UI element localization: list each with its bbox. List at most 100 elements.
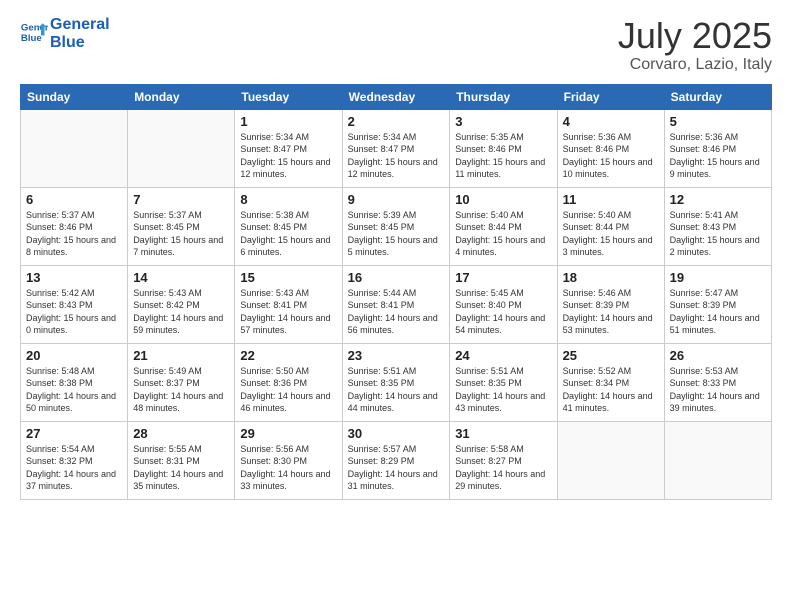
day-info: Sunrise: 5:51 AM Sunset: 8:35 PM Dayligh… [348, 365, 445, 415]
day-info: Sunrise: 5:55 AM Sunset: 8:31 PM Dayligh… [133, 443, 229, 493]
day-info: Sunrise: 5:51 AM Sunset: 8:35 PM Dayligh… [455, 365, 551, 415]
table-row: 14 Sunrise: 5:43 AM Sunset: 8:42 PM Dayli… [128, 265, 235, 343]
table-row: 24Sunrise: 5:51 AM Sunset: 8:35 PM Dayli… [450, 343, 557, 421]
day-number: 8 [240, 192, 336, 207]
col-tuesday: Tuesday [235, 84, 342, 109]
day-info: Sunrise: 5:49 AM Sunset: 8:37 PM Dayligh… [133, 365, 229, 415]
col-friday: Friday [557, 84, 664, 109]
day-number: 9 [348, 192, 445, 207]
day-number: 21 [133, 348, 229, 363]
day-info: Sunrise: 5:42 AM Sunset: 8:43 PM Dayligh… [26, 287, 122, 337]
day-info: Sunrise: 5:56 AM Sunset: 8:30 PM Dayligh… [240, 443, 336, 493]
table-row: 1Sunrise: 5:34 AM Sunset: 8:47 PM Daylig… [235, 109, 342, 187]
table-row: 9 Sunrise: 5:39 AM Sunset: 8:45 PM Daylig… [342, 187, 450, 265]
day-number: 28 [133, 426, 229, 441]
svg-text:Blue: Blue [21, 32, 42, 43]
calendar-week-row: 1 Sunrise: 5:34 AM Sunset: 8:47 PM Daylig… [21, 109, 772, 187]
day-number: 16 [348, 270, 445, 285]
calendar-table: Sunday Monday Tuesday Wednesday Thursday… [20, 84, 772, 500]
table-row: 27Sunrise: 5:54 AM Sunset: 8:32 PM Dayli… [21, 421, 128, 499]
calendar-week-row: 13Sunrise: 5:42 AM Sunset: 8:43 PM Dayli… [21, 265, 772, 343]
day-number: 17 [455, 270, 551, 285]
day-info: Sunrise: 5:39 AM Sunset: 8:45 PM Dayligh… [348, 209, 445, 259]
table-row: 11 Sunrise: 5:40 AM Sunset: 8:44 PM Dayli… [557, 187, 664, 265]
table-row: 25 Sunrise: 5:52 AM Sunset: 8:34 PM Dayli… [557, 343, 664, 421]
day-number: 7 [133, 192, 229, 207]
table-row: 17Sunrise: 5:45 AM Sunset: 8:40 PM Dayli… [450, 265, 557, 343]
table-row: 20Sunrise: 5:48 AM Sunset: 8:38 PM Dayli… [21, 343, 128, 421]
day-number: 25 [563, 348, 659, 363]
day-number: 6 [26, 192, 122, 207]
day-info: Sunrise: 5:35 AM Sunset: 8:46 PM Dayligh… [455, 131, 551, 181]
day-info: Sunrise: 5:57 AM Sunset: 8:29 PM Dayligh… [348, 443, 445, 493]
day-number: 10 [455, 192, 551, 207]
day-number: 27 [26, 426, 122, 441]
table-row [128, 109, 235, 187]
calendar-week-row: 6 Sunrise: 5:37 AM Sunset: 8:46 PM Daylig… [21, 187, 772, 265]
day-info: Sunrise: 5:40 AM Sunset: 8:44 PM Dayligh… [563, 209, 659, 259]
table-row: 23 Sunrise: 5:51 AM Sunset: 8:35 PM Dayli… [342, 343, 450, 421]
day-number: 11 [563, 192, 659, 207]
table-row: 19 Sunrise: 5:47 AM Sunset: 8:39 PM Dayli… [664, 265, 771, 343]
day-info: Sunrise: 5:52 AM Sunset: 8:34 PM Dayligh… [563, 365, 659, 415]
table-row: 4Sunrise: 5:36 AM Sunset: 8:46 PM Daylig… [557, 109, 664, 187]
logo: General Blue General Blue [20, 16, 110, 51]
table-row: 12 Sunrise: 5:41 AM Sunset: 8:43 PM Dayli… [664, 187, 771, 265]
day-number: 2 [348, 114, 445, 129]
table-row: 28 Sunrise: 5:55 AM Sunset: 8:31 PM Dayli… [128, 421, 235, 499]
table-row: 3 Sunrise: 5:35 AM Sunset: 8:46 PM Daylig… [450, 109, 557, 187]
table-row: 30 Sunrise: 5:57 AM Sunset: 8:29 PM Dayli… [342, 421, 450, 499]
table-row: 2 Sunrise: 5:34 AM Sunset: 8:47 PM Daylig… [342, 109, 450, 187]
day-info: Sunrise: 5:50 AM Sunset: 8:36 PM Dayligh… [240, 365, 336, 415]
header: General Blue General Blue July 2025 Corv… [20, 16, 772, 74]
title-block: July 2025 Corvaro, Lazio, Italy [618, 16, 772, 74]
calendar-week-row: 20Sunrise: 5:48 AM Sunset: 8:38 PM Dayli… [21, 343, 772, 421]
day-number: 23 [348, 348, 445, 363]
calendar-header-row: Sunday Monday Tuesday Wednesday Thursday… [21, 84, 772, 109]
day-info: Sunrise: 5:41 AM Sunset: 8:43 PM Dayligh… [670, 209, 766, 259]
table-row: 5Sunrise: 5:36 AM Sunset: 8:46 PM Daylig… [664, 109, 771, 187]
table-row [21, 109, 128, 187]
table-row: 16 Sunrise: 5:44 AM Sunset: 8:41 PM Dayli… [342, 265, 450, 343]
col-thursday: Thursday [450, 84, 557, 109]
day-number: 26 [670, 348, 766, 363]
table-row: 10Sunrise: 5:40 AM Sunset: 8:44 PM Dayli… [450, 187, 557, 265]
table-row [664, 421, 771, 499]
table-row: 6 Sunrise: 5:37 AM Sunset: 8:46 PM Daylig… [21, 187, 128, 265]
table-row [557, 421, 664, 499]
day-number: 22 [240, 348, 336, 363]
day-number: 30 [348, 426, 445, 441]
table-row: 22 Sunrise: 5:50 AM Sunset: 8:36 PM Dayli… [235, 343, 342, 421]
day-info: Sunrise: 5:43 AM Sunset: 8:42 PM Dayligh… [133, 287, 229, 337]
day-number: 1 [240, 114, 336, 129]
day-number: 18 [563, 270, 659, 285]
table-row: 7 Sunrise: 5:37 AM Sunset: 8:45 PM Daylig… [128, 187, 235, 265]
col-wednesday: Wednesday [342, 84, 450, 109]
day-info: Sunrise: 5:37 AM Sunset: 8:45 PM Dayligh… [133, 209, 229, 259]
day-info: Sunrise: 5:53 AM Sunset: 8:33 PM Dayligh… [670, 365, 766, 415]
day-number: 20 [26, 348, 122, 363]
day-info: Sunrise: 5:36 AM Sunset: 8:46 PM Dayligh… [670, 131, 766, 181]
day-number: 4 [563, 114, 659, 129]
col-saturday: Saturday [664, 84, 771, 109]
table-row: 18Sunrise: 5:46 AM Sunset: 8:39 PM Dayli… [557, 265, 664, 343]
day-number: 31 [455, 426, 551, 441]
day-number: 14 [133, 270, 229, 285]
day-info: Sunrise: 5:43 AM Sunset: 8:41 PM Dayligh… [240, 287, 336, 337]
location: Corvaro, Lazio, Italy [618, 56, 772, 74]
day-number: 3 [455, 114, 551, 129]
day-number: 19 [670, 270, 766, 285]
day-info: Sunrise: 5:44 AM Sunset: 8:41 PM Dayligh… [348, 287, 445, 337]
table-row: 8 Sunrise: 5:38 AM Sunset: 8:45 PM Daylig… [235, 187, 342, 265]
day-number: 29 [240, 426, 336, 441]
day-number: 12 [670, 192, 766, 207]
day-number: 15 [240, 270, 336, 285]
table-row: 31Sunrise: 5:58 AM Sunset: 8:27 PM Dayli… [450, 421, 557, 499]
month-title: July 2025 [618, 16, 772, 56]
page: General Blue General Blue July 2025 Corv… [0, 0, 792, 612]
day-info: Sunrise: 5:38 AM Sunset: 8:45 PM Dayligh… [240, 209, 336, 259]
day-info: Sunrise: 5:34 AM Sunset: 8:47 PM Dayligh… [348, 131, 445, 181]
day-info: Sunrise: 5:37 AM Sunset: 8:46 PM Dayligh… [26, 209, 122, 259]
table-row: 29 Sunrise: 5:56 AM Sunset: 8:30 PM Dayli… [235, 421, 342, 499]
day-info: Sunrise: 5:47 AM Sunset: 8:39 PM Dayligh… [670, 287, 766, 337]
